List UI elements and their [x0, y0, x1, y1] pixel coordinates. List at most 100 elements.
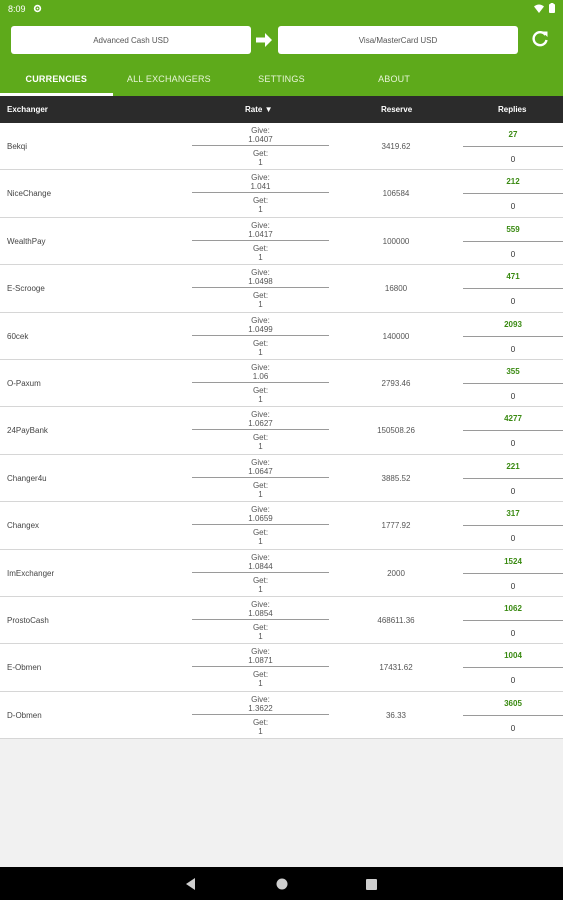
rate-cell: Give: 1.0627 Get: 1	[192, 408, 329, 451]
get-label: Get:	[252, 670, 269, 680]
table-row[interactable]: ProstoCash Give: 1.0854 Get: 1 468611.36 1062 0	[0, 596, 563, 645]
negative-replies: 0	[510, 249, 516, 259]
reserve-value: 17431.62	[379, 663, 413, 673]
rate-cell: Give: 1.0498 Get: 1	[192, 266, 329, 309]
replies-cell: 3605 0	[463, 692, 563, 738]
give-block: Give: 1.0417	[192, 219, 329, 241]
arrow-right-icon	[255, 32, 273, 48]
give-value: 1.0844	[248, 561, 273, 571]
refresh-icon[interactable]	[530, 29, 550, 49]
get-block: Get: 1	[192, 478, 329, 499]
status-bar: 8:09	[0, 0, 563, 18]
table-row[interactable]: ImExchanger Give: 1.0844 Get: 1 2000 1524 0	[0, 549, 563, 597]
table-row[interactable]: D-Obmen Give: 1.3622 Get: 1 36.33 3605 0	[0, 691, 563, 740]
column-replies[interactable]: Replies	[498, 105, 526, 114]
get-value: 1	[258, 252, 263, 262]
rate-cell: Give: 1.0417 Get: 1	[192, 219, 329, 262]
table-row[interactable]: 60cek Give: 1.0499 Get: 1 140000 2093 0	[0, 312, 563, 360]
positive-replies: 1062	[463, 597, 563, 621]
replies-cell: 27 0	[463, 123, 563, 169]
exchanger-name: 24PayBank	[7, 426, 48, 436]
give-block: Give: 1.0407	[192, 124, 329, 146]
exchanger-name: Changex	[7, 521, 40, 531]
get-block: Get: 1	[192, 430, 329, 451]
tab-currencies[interactable]: CURRENCIES	[0, 64, 113, 96]
give-block: Give: 1.0871	[192, 645, 329, 668]
rate-cell: Give: 1.0407 Get: 1	[192, 124, 329, 167]
reserve-value: 3885.52	[381, 473, 411, 483]
rate-cell: Give: 1.3622 Get: 1	[192, 693, 329, 736]
table-row[interactable]: E-Obmen Give: 1.0871 Get: 1 17431.62 1004 0	[0, 644, 563, 692]
get-block: Get: 1	[192, 620, 329, 641]
give-value: 1.0647	[248, 466, 273, 476]
negative-replies: 0	[510, 297, 516, 307]
give-label: Give:	[251, 315, 270, 325]
reserve-value: 2793.46	[381, 378, 411, 388]
to-currency-select[interactable]: Visa/MasterCard USD	[278, 26, 518, 54]
give-value: 1.0871	[248, 656, 273, 666]
from-currency-select[interactable]: Advanced Cash USD	[11, 26, 251, 54]
tab-all-exchangers[interactable]: ALL EXCHANGERS	[113, 64, 226, 96]
tab-settings[interactable]: SETTINGS	[225, 64, 338, 96]
table-row[interactable]: Changex Give: 1.0659 Get: 1 1777.92 317 0	[0, 502, 563, 550]
table-row[interactable]: Changer4u Give: 1.0647 Get: 1 3885.52 221 0	[0, 454, 563, 503]
give-block: Give: 1.0844	[192, 551, 329, 573]
negative-replies: 0	[510, 676, 516, 686]
column-exchanger[interactable]: Exchanger	[7, 105, 48, 114]
get-value: 1	[258, 679, 263, 689]
get-label: Get:	[252, 433, 269, 443]
give-block: Give: 1.06	[192, 361, 329, 383]
back-icon[interactable]	[186, 877, 196, 895]
system-nav-bar	[0, 867, 563, 900]
column-rate[interactable]: Rate ▼	[245, 105, 272, 114]
give-label: Give:	[251, 362, 270, 372]
positive-replies: 2093	[463, 313, 563, 337]
table-header: Exchanger Rate ▼ Reserve Replies	[0, 96, 563, 123]
table-row[interactable]: E-Scrooge Give: 1.0498 Get: 1 16800 471 0	[0, 265, 563, 313]
get-label: Get:	[252, 717, 269, 727]
give-block: Give: 1.0659	[192, 503, 329, 526]
exchanger-name: D-Obmen	[7, 710, 42, 720]
negative-replies: 0	[510, 486, 516, 496]
get-value: 1	[258, 158, 263, 167]
give-block: Give: 1.0627	[192, 408, 329, 431]
table-row[interactable]: Bekqi Give: 1.0407 Get: 1 3419.62 27 0	[0, 123, 563, 171]
table-row[interactable]: NiceChange Give: 1.041 Get: 1 106584 212 0	[0, 170, 563, 218]
give-label: Give:	[251, 173, 270, 183]
negative-replies: 0	[510, 155, 516, 164]
reserve-value: 150508.26	[377, 426, 415, 436]
give-block: Give: 1.0854	[192, 598, 329, 620]
replies-cell: 1062 0	[463, 597, 563, 643]
tab-about[interactable]: ABOUT	[338, 64, 451, 96]
table-row[interactable]: WealthPay Give: 1.0417 Get: 1 100000 559 0	[0, 217, 563, 266]
reserve-value: 1777.92	[381, 521, 411, 531]
exchanger-name: WealthPay	[7, 236, 46, 246]
wifi-icon	[534, 4, 544, 15]
get-label: Get:	[252, 480, 269, 490]
table-row[interactable]: O-Paxum Give: 1.06 Get: 1 2793.46 355 0	[0, 359, 563, 408]
give-label: Give:	[251, 694, 270, 704]
replies-cell: 2093 0	[463, 313, 563, 359]
rate-cell: Give: 1.0499 Get: 1	[192, 314, 329, 357]
give-value: 1.0417	[248, 229, 273, 239]
get-block: Get: 1	[192, 336, 329, 357]
rate-cell: Give: 1.0844 Get: 1	[192, 551, 329, 594]
give-label: Give:	[251, 410, 270, 420]
reserve-value: 3419.62	[381, 142, 411, 151]
column-reserve[interactable]: Reserve	[381, 105, 412, 114]
get-block: Get: 1	[192, 146, 329, 167]
get-block: Get: 1	[192, 383, 329, 404]
tab-bar: CURRENCIES ALL EXCHANGERS SETTINGS ABOUT	[0, 64, 563, 96]
table-row[interactable]: 24PayBank Give: 1.0627 Get: 1 150508.26 4277 0	[0, 407, 563, 455]
exchanger-name: Changer4u	[7, 473, 47, 483]
positive-replies: 1004	[463, 644, 563, 669]
exchanger-name: ProstoCash	[7, 615, 49, 625]
give-block: Give: 1.041	[192, 171, 329, 194]
get-block: Get: 1	[192, 573, 329, 594]
negative-replies: 0	[510, 723, 516, 733]
negative-replies: 0	[510, 344, 516, 354]
replies-cell: 4277 0	[463, 407, 563, 453]
recents-icon[interactable]	[366, 877, 377, 895]
give-value: 1.0498	[248, 277, 273, 287]
home-icon[interactable]	[276, 877, 288, 895]
